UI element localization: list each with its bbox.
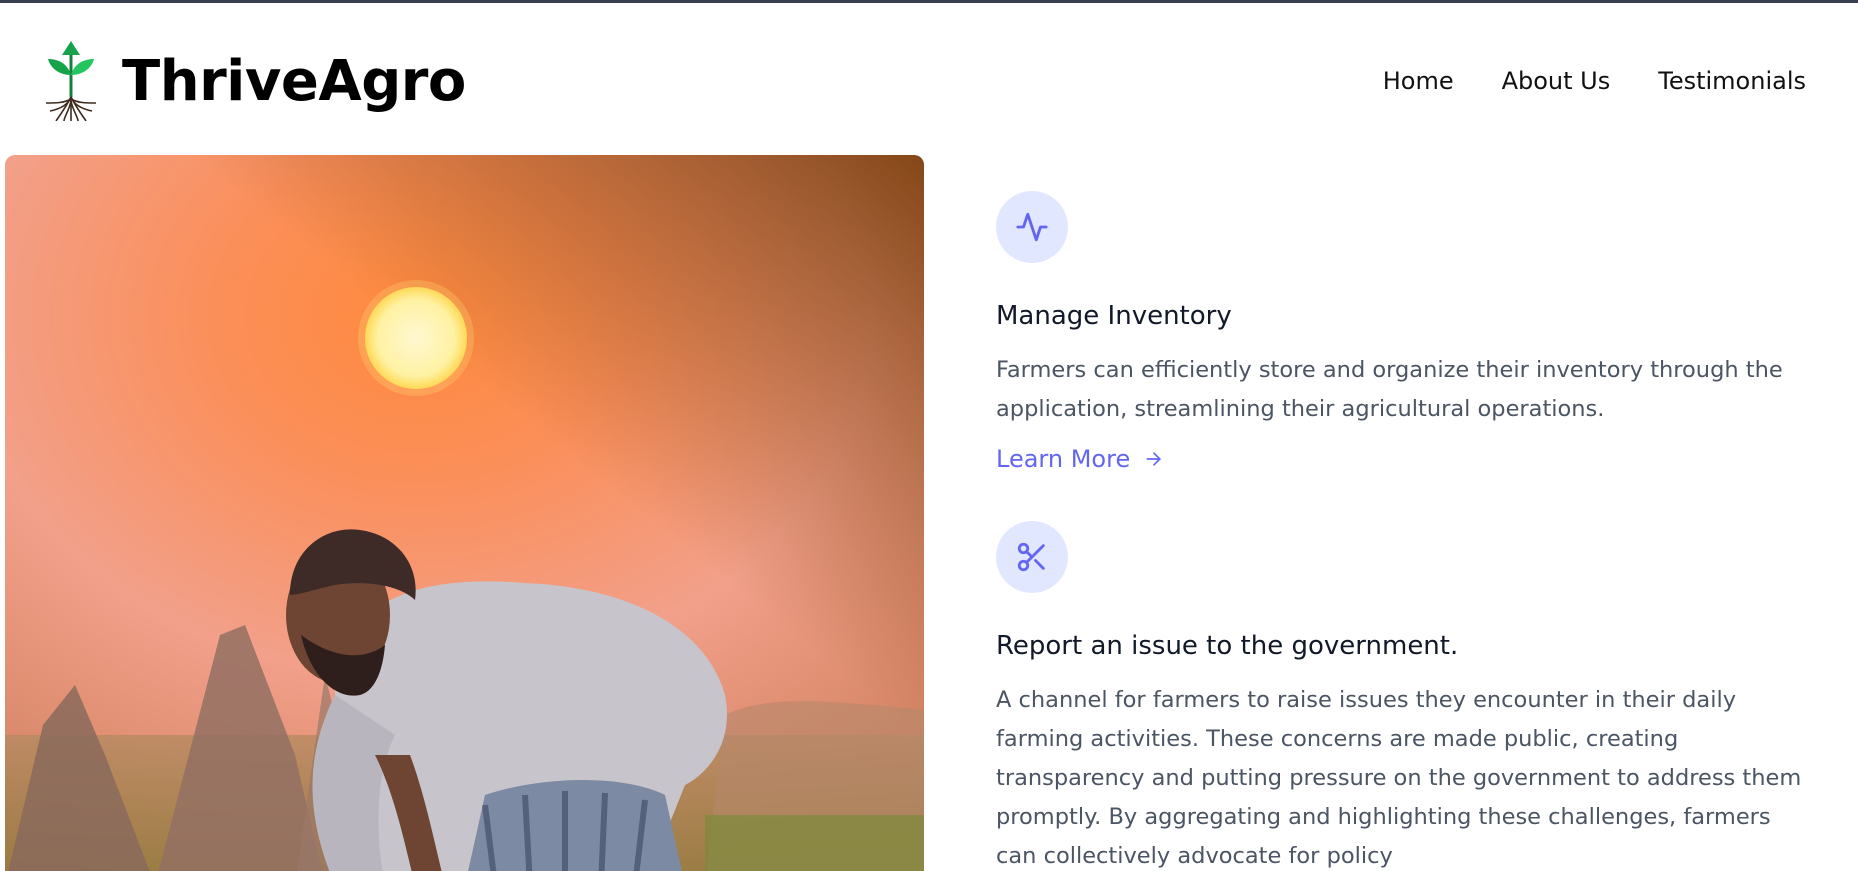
feature-title: Manage Inventory <box>996 301 1232 331</box>
features-list: Manage Inventory Farmers can efficiently… <box>996 191 1816 871</box>
nav-link-about-us[interactable]: About Us <box>1502 67 1611 95</box>
arrow-right-icon <box>1146 452 1161 466</box>
hero-image <box>5 155 924 871</box>
learn-more-label: Learn More <box>996 445 1131 473</box>
nav-link-testimonials[interactable]: Testimonials <box>1658 67 1806 95</box>
feature-icon-badge <box>996 521 1068 593</box>
feature-description: A channel for farmers to raise issues th… <box>996 687 1802 869</box>
feature-manage-inventory: Manage Inventory Farmers can efficiently… <box>996 191 1816 473</box>
feature-description: Farmers can efficiently store and organi… <box>996 357 1783 422</box>
brand[interactable]: ThriveAgro <box>44 41 466 121</box>
farmer-sunset-photo <box>5 155 924 871</box>
scissors-icon <box>1017 542 1045 572</box>
site-header: ThriveAgro Home About Us Testimonials <box>0 3 1858 153</box>
sprout-logo-icon <box>45 41 97 121</box>
feature-icon-badge <box>996 191 1068 263</box>
activity-icon <box>1016 212 1048 242</box>
feature-report-issue: Report an issue to the government. A cha… <box>996 521 1816 871</box>
main-nav: Home About Us Testimonials <box>1383 67 1806 95</box>
feature-title: Report an issue to the government. <box>996 631 1459 661</box>
brand-name: ThriveAgro <box>122 48 466 114</box>
learn-more-link[interactable]: Learn More <box>996 445 1164 473</box>
nav-link-home[interactable]: Home <box>1383 67 1454 95</box>
